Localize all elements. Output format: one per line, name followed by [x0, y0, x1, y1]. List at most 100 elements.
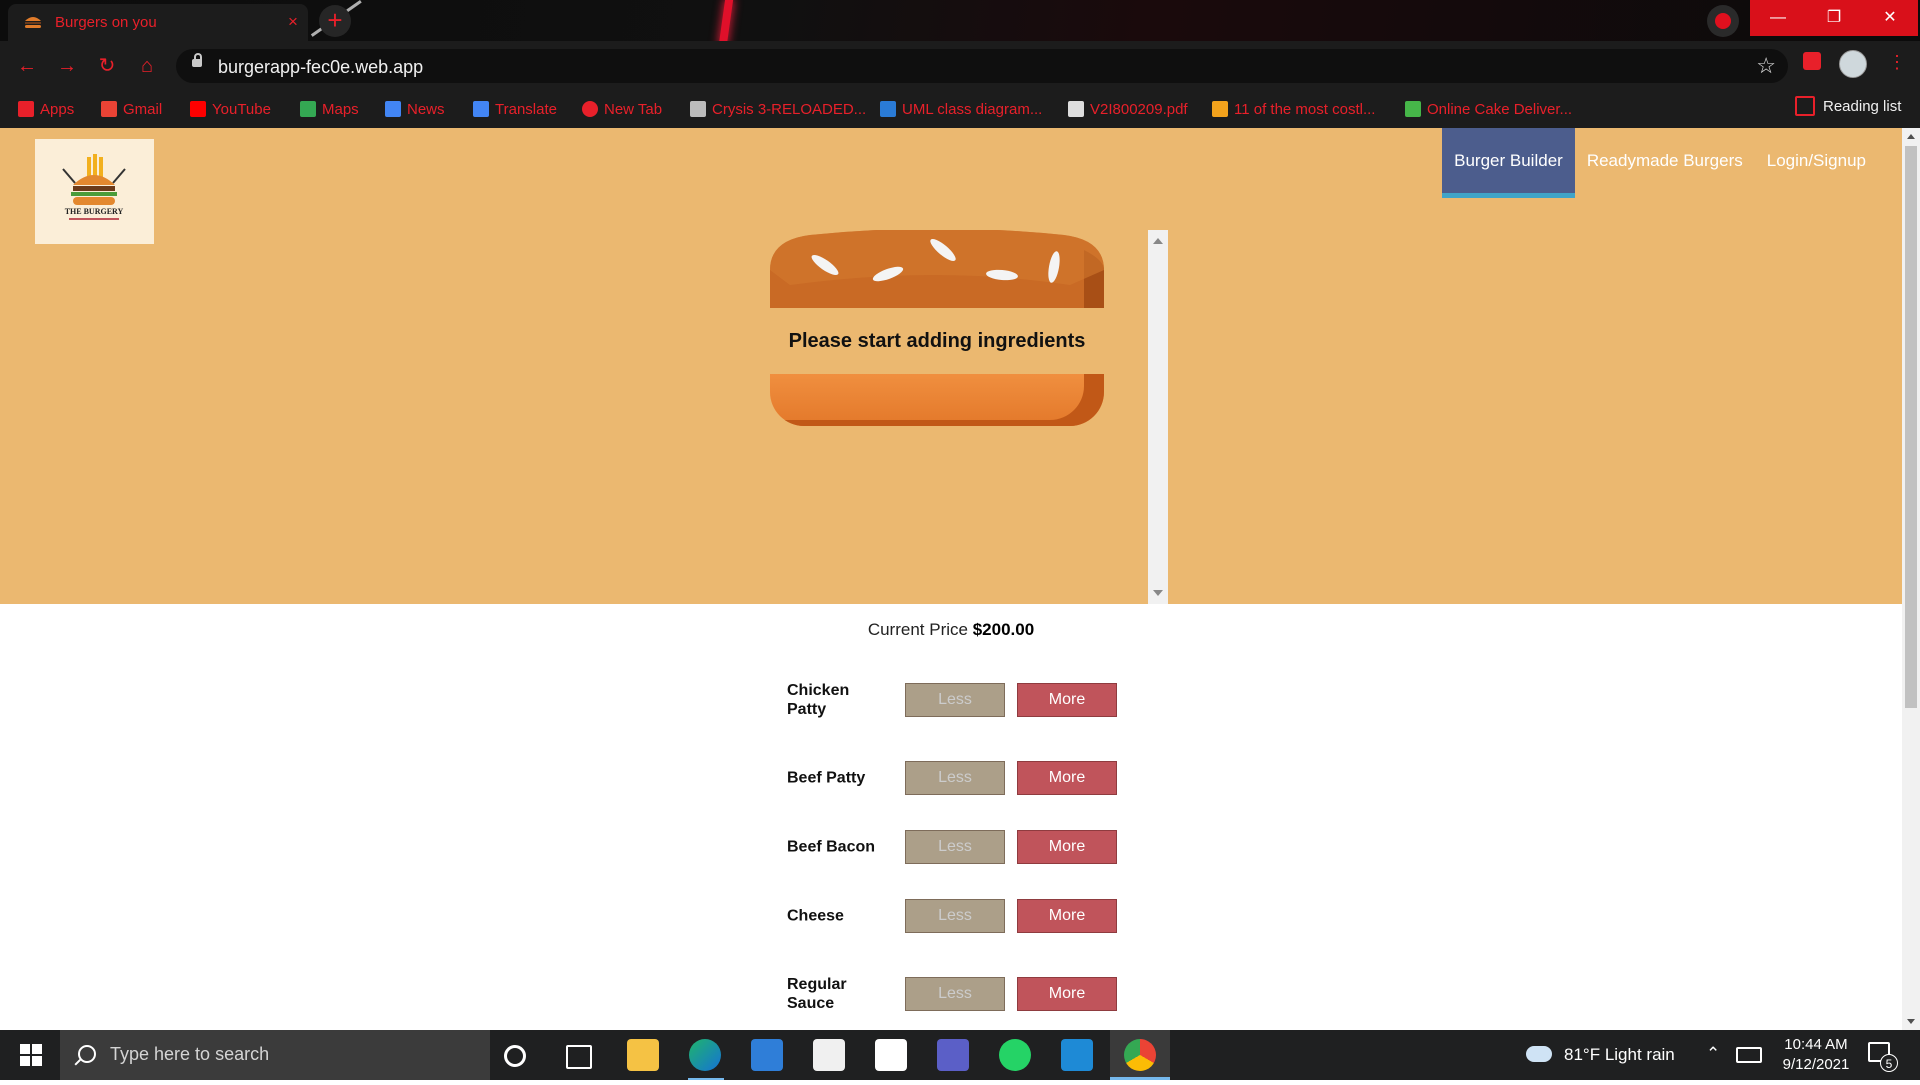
less-button[interactable]: Less [905, 683, 1005, 717]
burger-preview-scrollbar[interactable] [1148, 230, 1168, 604]
maps-icon [300, 101, 316, 117]
teams-icon[interactable] [937, 1039, 969, 1071]
ingredient-label: Beef Bacon [787, 838, 876, 856]
gmail-icon [101, 101, 117, 117]
more-button[interactable]: More [1017, 977, 1117, 1011]
burger-logo-icon: THE BURGERY [62, 154, 126, 220]
bookmark-article[interactable]: 11 of the most costl... [1212, 96, 1375, 122]
scroll-down-icon[interactable] [1907, 1019, 1915, 1024]
restore-button[interactable]: ❐ [1806, 0, 1862, 36]
ingredient-control-cheese: Cheese Less More [787, 891, 1187, 941]
bookmark-new-tab[interactable]: New Tab [582, 96, 662, 122]
edge-icon[interactable] [689, 1039, 721, 1071]
tab-close-icon[interactable]: × [288, 12, 298, 32]
whatsapp-icon[interactable] [999, 1039, 1031, 1071]
bookmark-gmail[interactable]: Gmail [101, 96, 162, 122]
price-value: $200.00 [972, 620, 1035, 639]
browser-tab[interactable]: Burgers on you × [8, 4, 308, 41]
less-button[interactable]: Less [905, 830, 1005, 864]
taskbar-search-box[interactable]: Type here to search [60, 1030, 490, 1080]
nav-burger-builder[interactable]: Burger Builder [1442, 128, 1575, 198]
forward-arrow-icon[interactable]: → [54, 53, 80, 79]
weather-cloud-icon[interactable] [1526, 1046, 1552, 1062]
amazon-icon[interactable] [875, 1039, 907, 1071]
extensions-puzzle-icon[interactable] [1803, 52, 1821, 70]
bookmark-maps[interactable]: Maps [300, 96, 359, 122]
less-button[interactable]: Less [905, 761, 1005, 795]
uml-icon [880, 101, 896, 117]
news-icon [385, 101, 401, 117]
ingredient-control-beef-patty: Beef Patty Less More [787, 753, 1187, 803]
main-nav: Burger Builder Readymade Burgers Login/S… [1442, 128, 1902, 198]
extension-record-icon[interactable] [1707, 5, 1739, 37]
ingredient-control-beef-bacon: Beef Bacon Less More [787, 822, 1187, 872]
page-scrollbar[interactable] [1902, 128, 1920, 1030]
browser-menu-icon[interactable]: ⋮ [1888, 52, 1906, 73]
home-icon[interactable]: ⌂ [134, 53, 160, 79]
nav-readymade-burgers[interactable]: Readymade Burgers [1575, 128, 1755, 198]
empty-ingredients-message: Please start adding ingredients [788, 330, 1086, 352]
scrollbar-thumb[interactable] [1905, 146, 1917, 708]
ingredient-label: Cheese [787, 907, 844, 925]
minimize-button[interactable]: — [1750, 0, 1806, 36]
notification-count-badge: 5 [1880, 1054, 1898, 1072]
burgery-logo[interactable]: THE BURGERY [35, 139, 154, 244]
scroll-up-icon[interactable] [1153, 238, 1163, 244]
new-tab-button[interactable]: + [319, 5, 351, 37]
windows-start-icon[interactable] [0, 1030, 60, 1080]
cortana-icon[interactable] [504, 1045, 526, 1067]
browser-tab-strip: Burgers on you × + — ❐ ✕ [0, 0, 1920, 41]
burger-favicon-icon [25, 17, 41, 28]
article-icon [1212, 101, 1228, 117]
mail-icon[interactable] [751, 1039, 783, 1071]
search-placeholder: Type here to search [110, 1044, 270, 1064]
logo-text: THE BURGERY [65, 207, 124, 216]
bookmark-youtube[interactable]: YouTube [190, 96, 271, 122]
file-explorer-icon[interactable] [627, 1039, 659, 1071]
bookmark-translate[interactable]: Translate [473, 96, 557, 122]
bookmark-star-icon[interactable]: ☆ [1756, 53, 1776, 79]
more-button[interactable]: More [1017, 830, 1117, 864]
task-view-icon[interactable] [566, 1045, 592, 1069]
reading-list-button[interactable]: Reading list [1795, 96, 1901, 116]
price-label: Current Price [867, 620, 968, 639]
more-button[interactable]: More [1017, 899, 1117, 933]
address-url[interactable]: burgerapp-fec0e.web.app [218, 57, 423, 78]
burger-preview: Please start adding ingredients [770, 230, 1168, 604]
pdf-icon [1068, 101, 1084, 117]
less-button[interactable]: Less [905, 899, 1005, 933]
youtube-icon [190, 101, 206, 117]
reading-list-icon [1795, 96, 1815, 116]
bookmarks-bar: Apps Gmail YouTube Maps News Translate N… [0, 90, 1920, 128]
scroll-up-icon[interactable] [1907, 134, 1915, 139]
bookmark-apps[interactable]: Apps [18, 96, 74, 122]
more-button[interactable]: More [1017, 683, 1117, 717]
address-bar[interactable]: burgerapp-fec0e.web.app ☆ [176, 49, 1788, 83]
scroll-down-icon[interactable] [1153, 590, 1163, 596]
nav-login-signup[interactable]: Login/Signup [1755, 128, 1902, 198]
tray-chevron-icon[interactable]: ⌃ [1706, 1030, 1720, 1080]
crysis-icon [690, 101, 706, 117]
bookmark-pdf[interactable]: V2I800209.pdf [1068, 96, 1188, 122]
chrome-taskbar-button[interactable] [1110, 1030, 1170, 1080]
more-button[interactable]: More [1017, 761, 1117, 795]
tab-title: Burgers on you [55, 14, 157, 31]
reload-icon[interactable]: ↻ [94, 53, 120, 79]
bookmark-news[interactable]: News [385, 96, 445, 122]
store-icon[interactable] [813, 1039, 845, 1071]
back-arrow-icon[interactable]: ← [14, 53, 40, 79]
bookmark-cake[interactable]: Online Cake Deliver... [1405, 96, 1572, 122]
clock[interactable]: 10:44 AM 9/12/2021 [1766, 1030, 1866, 1085]
app-header: THE BURGERY Burger Builder Readymade Bur… [0, 128, 1902, 604]
keyboard-icon[interactable] [1736, 1047, 1762, 1063]
vscode-icon[interactable] [1061, 1039, 1093, 1071]
less-button[interactable]: Less [905, 977, 1005, 1011]
weather-text[interactable]: 81°F Light rain [1564, 1030, 1675, 1080]
close-window-button[interactable]: ✕ [1862, 0, 1918, 36]
bookmark-uml[interactable]: UML class diagram... [880, 96, 1042, 122]
bookmark-crysis[interactable]: Crysis 3-RELOADED... [690, 96, 866, 122]
profile-avatar[interactable] [1839, 50, 1867, 78]
apps-grid-icon [18, 101, 34, 117]
ingredient-control-regular-sauce: Regular Sauce Less More [787, 969, 1187, 1019]
wallpaper-streak-red [718, 0, 734, 41]
